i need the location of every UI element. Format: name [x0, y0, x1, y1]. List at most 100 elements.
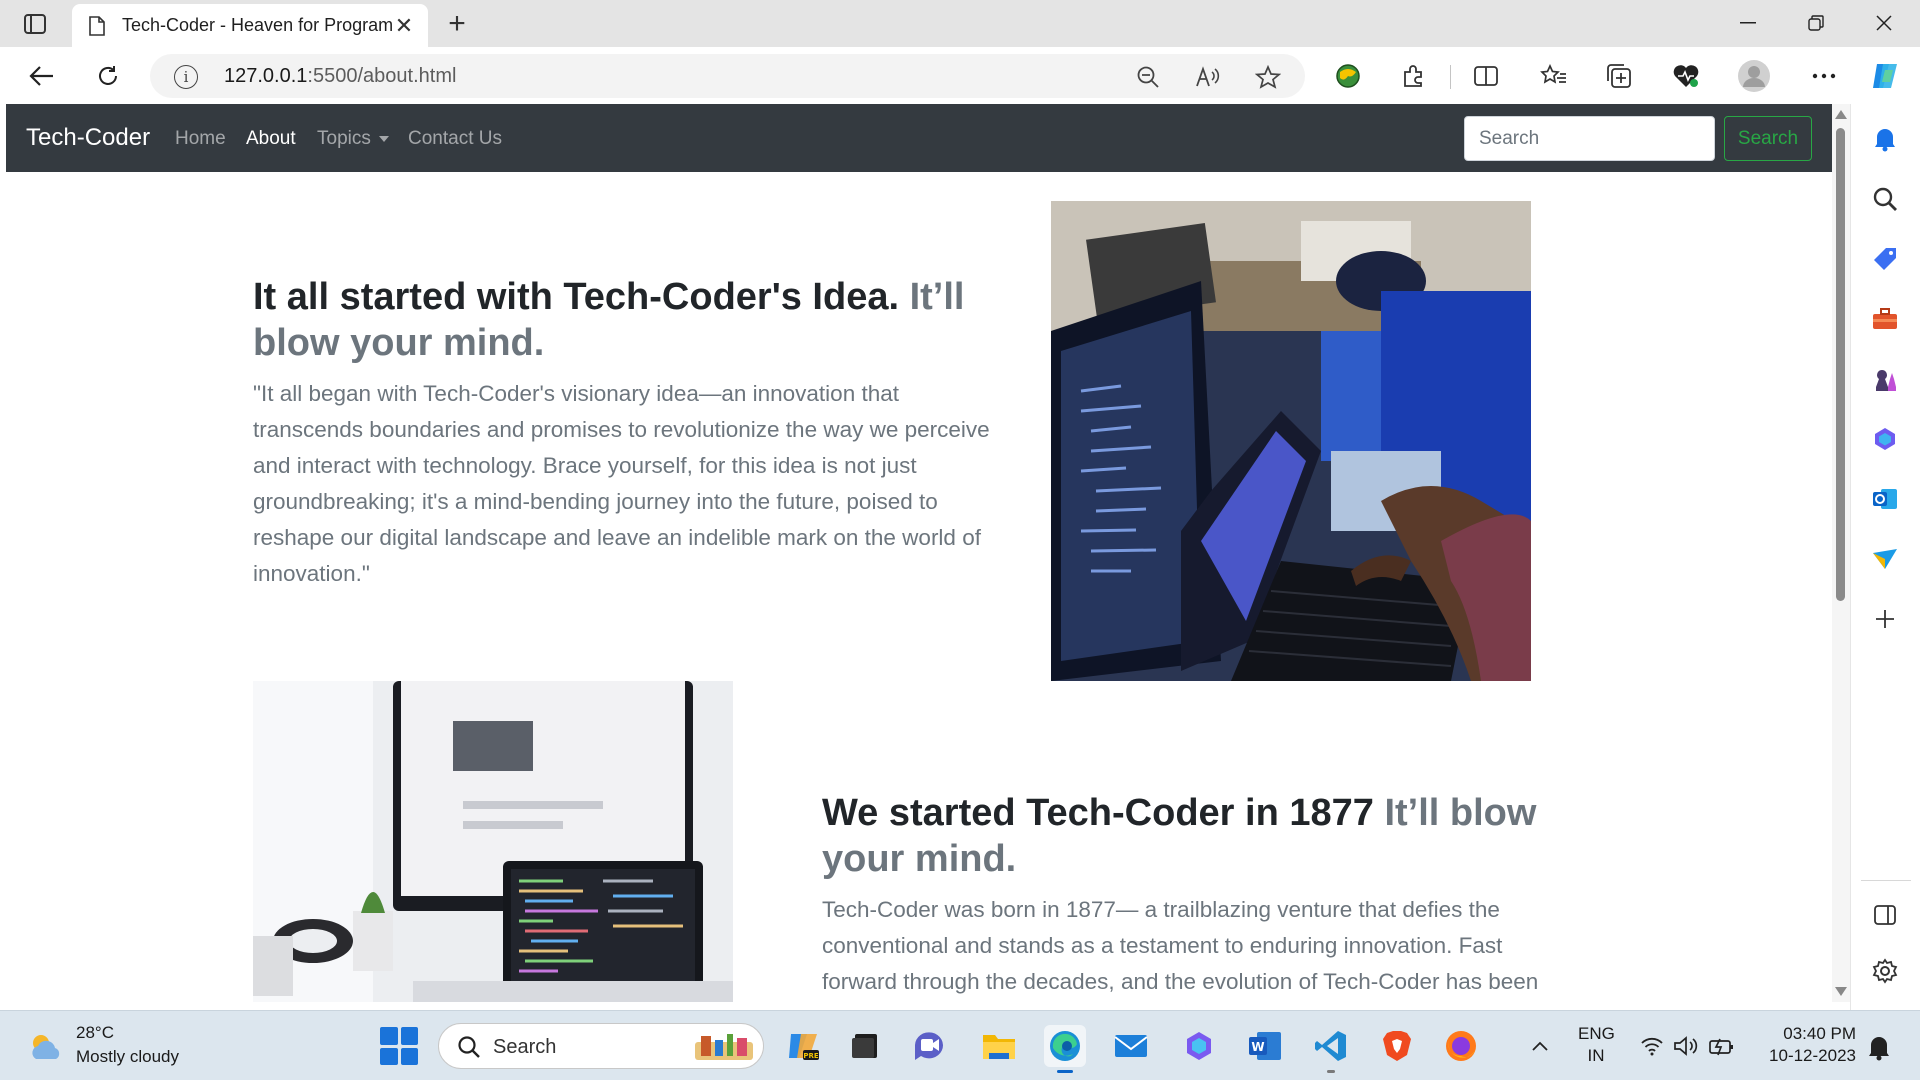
volume-icon[interactable]: [1672, 1033, 1700, 1059]
weather-cloudy-icon[interactable]: [26, 1031, 66, 1061]
copilot-icon[interactable]: [1868, 59, 1904, 93]
language-code: ENG: [1578, 1024, 1615, 1043]
laptop-code-photo: [253, 681, 733, 1002]
sidebar-divider: [1861, 880, 1911, 881]
copilot-sidebar-icon[interactable]: [1870, 424, 1900, 454]
collections-icon[interactable]: [1602, 59, 1638, 93]
battery-charging-icon[interactable]: [1708, 1033, 1736, 1059]
clock-time: 03:40 PM: [1783, 1024, 1856, 1043]
taskbar-app-firefox-icon[interactable]: [1440, 1025, 1482, 1067]
browser-essentials-icon[interactable]: [1668, 59, 1704, 93]
scrollbar-thumb[interactable]: [1836, 128, 1845, 601]
site-navbar: Tech-Coder Home About Topics Contact Us …: [6, 104, 1832, 172]
nav-link-about[interactable]: About: [246, 128, 296, 150]
taskbar-search-label: Search: [493, 1036, 557, 1058]
scroll-up-arrow-icon[interactable]: [1835, 110, 1847, 119]
edge-running-indicator: [1057, 1070, 1073, 1073]
more-options-icon[interactable]: [1806, 59, 1842, 93]
refresh-icon[interactable]: [90, 59, 126, 93]
add-sidebar-app-icon[interactable]: [1870, 604, 1900, 634]
new-tab-icon[interactable]: +: [440, 7, 474, 40]
close-tab-icon[interactable]: ✕: [392, 13, 416, 38]
search-icon[interactable]: [1870, 184, 1900, 214]
featurette-1-heading-main: It all started with Tech-Coder's Idea.: [253, 276, 900, 318]
tray-chevron-up-icon[interactable]: [1528, 1031, 1552, 1061]
favorites-icon[interactable]: [1536, 59, 1572, 93]
language-indicator[interactable]: ENG IN: [1578, 1023, 1615, 1067]
taskbar-app-word-icon[interactable]: W: [1244, 1025, 1286, 1067]
outlook-icon[interactable]: [1870, 484, 1900, 514]
read-aloud-icon[interactable]: [1194, 64, 1222, 90]
taskbar-app-brave-icon[interactable]: [1376, 1025, 1418, 1067]
nav-link-contact[interactable]: Contact Us: [408, 128, 502, 150]
restore-icon[interactable]: [1790, 6, 1842, 40]
extension-globe-icon[interactable]: [1330, 59, 1366, 93]
tab-title: Tech-Coder - Heaven for Programmers: [122, 15, 392, 35]
browser-toolbar: i 127.0.0.1:5500/about.html: [0, 47, 1920, 104]
navbar-search-input[interactable]: Search: [1464, 116, 1715, 161]
taskbar-app-teams-chat-icon[interactable]: [908, 1025, 950, 1067]
back-arrow-icon[interactable]: [24, 59, 60, 93]
system-clock[interactable]: 03:40 PM 10-12-2023: [1752, 1023, 1856, 1067]
nav-link-topics-label: Topics: [317, 128, 371, 149]
tab-actions-icon[interactable]: [18, 10, 52, 38]
featurette-2-heading: We started Tech-Coder in 1877 It’ll blow…: [822, 790, 1582, 882]
nav-link-topics[interactable]: Topics: [317, 128, 389, 150]
search-highlight-art-icon: [695, 1034, 753, 1060]
hide-sidebar-icon[interactable]: [1870, 900, 1900, 930]
windows-taskbar: 28°C Mostly cloudy Search PRE W ENG IN 0…: [0, 1010, 1920, 1080]
edge-sidebar: [1850, 104, 1920, 1010]
taskbar-app-copilot-icon[interactable]: [1178, 1025, 1220, 1067]
notifications-bell-icon[interactable]: [1870, 124, 1900, 154]
taskbar-app-edge-icon[interactable]: [1044, 1025, 1086, 1073]
vscode-running-indicator: [1327, 1070, 1335, 1073]
browser-tab-active[interactable]: Tech-Coder - Heaven for Programmers ✕: [72, 4, 428, 47]
wifi-icon[interactable]: [1638, 1033, 1666, 1059]
navbar-brand[interactable]: Tech-Coder: [26, 124, 150, 152]
zoom-out-icon[interactable]: [1134, 64, 1162, 90]
weather-description[interactable]: Mostly cloudy: [76, 1047, 179, 1067]
url-path: :5500/about.html: [307, 65, 457, 87]
svg-text:W: W: [1251, 1040, 1264, 1054]
url-text[interactable]: 127.0.0.1:5500/about.html: [224, 65, 456, 88]
windows-start-button[interactable]: [380, 1027, 418, 1065]
tools-briefcase-icon[interactable]: [1870, 304, 1900, 334]
search-icon: [458, 1036, 480, 1058]
favorite-star-icon[interactable]: [1254, 64, 1282, 90]
taskbar-app-mail-icon[interactable]: [1110, 1025, 1152, 1067]
close-window-icon[interactable]: [1858, 6, 1910, 40]
clock-date: 10-12-2023: [1769, 1046, 1856, 1065]
taskbar-app-vscode-icon[interactable]: [1310, 1025, 1352, 1073]
taskbar-app-file-explorer-icon[interactable]: [978, 1025, 1020, 1067]
featurette-1-text: "It all began with Tech-Coder's visionar…: [253, 381, 990, 586]
browser-tab-strip: Tech-Coder - Heaven for Programmers ✕ +: [0, 0, 1920, 47]
page-scrollbar[interactable]: [1832, 104, 1850, 1002]
navbar-search-button[interactable]: Search: [1724, 116, 1812, 161]
site-info-icon[interactable]: i: [174, 65, 198, 89]
page-icon: [89, 15, 105, 36]
split-screen-icon[interactable]: [1468, 59, 1504, 93]
office-coding-photo: [1051, 201, 1531, 681]
taskbar-app-copilot-preview-icon[interactable]: PRE: [782, 1025, 824, 1067]
taskbar-search-box[interactable]: Search: [438, 1023, 764, 1069]
games-chess-icon[interactable]: [1870, 364, 1900, 394]
language-region: IN: [1587, 1046, 1605, 1065]
address-bar[interactable]: i 127.0.0.1:5500/about.html: [150, 54, 1305, 98]
svg-text:PRE: PRE: [803, 1052, 819, 1060]
nav-link-home[interactable]: Home: [175, 128, 226, 150]
shopping-tag-icon[interactable]: [1870, 244, 1900, 274]
extensions-puzzle-icon[interactable]: [1396, 59, 1432, 93]
minimize-icon[interactable]: [1722, 6, 1774, 40]
toolbar-divider: [1450, 65, 1451, 89]
featurette-2-heading-main: We started Tech-Coder in 1877: [822, 792, 1374, 834]
featurette-1-heading: It all started with Tech-Coder's Idea. I…: [253, 274, 1013, 366]
scroll-down-arrow-icon[interactable]: [1835, 987, 1847, 996]
send-paper-plane-icon[interactable]: [1870, 544, 1900, 574]
notification-bell-icon[interactable]: [1866, 1033, 1892, 1061]
settings-gear-icon[interactable]: [1870, 956, 1900, 986]
weather-temperature[interactable]: 28°C: [76, 1023, 114, 1043]
dropdown-caret-icon: [378, 135, 389, 142]
featurette-2-text: Tech-Coder was born in 1877— a trailblaz…: [822, 897, 1539, 994]
profile-avatar[interactable]: [1736, 59, 1772, 93]
taskbar-app-terminal-icon[interactable]: [844, 1025, 886, 1067]
